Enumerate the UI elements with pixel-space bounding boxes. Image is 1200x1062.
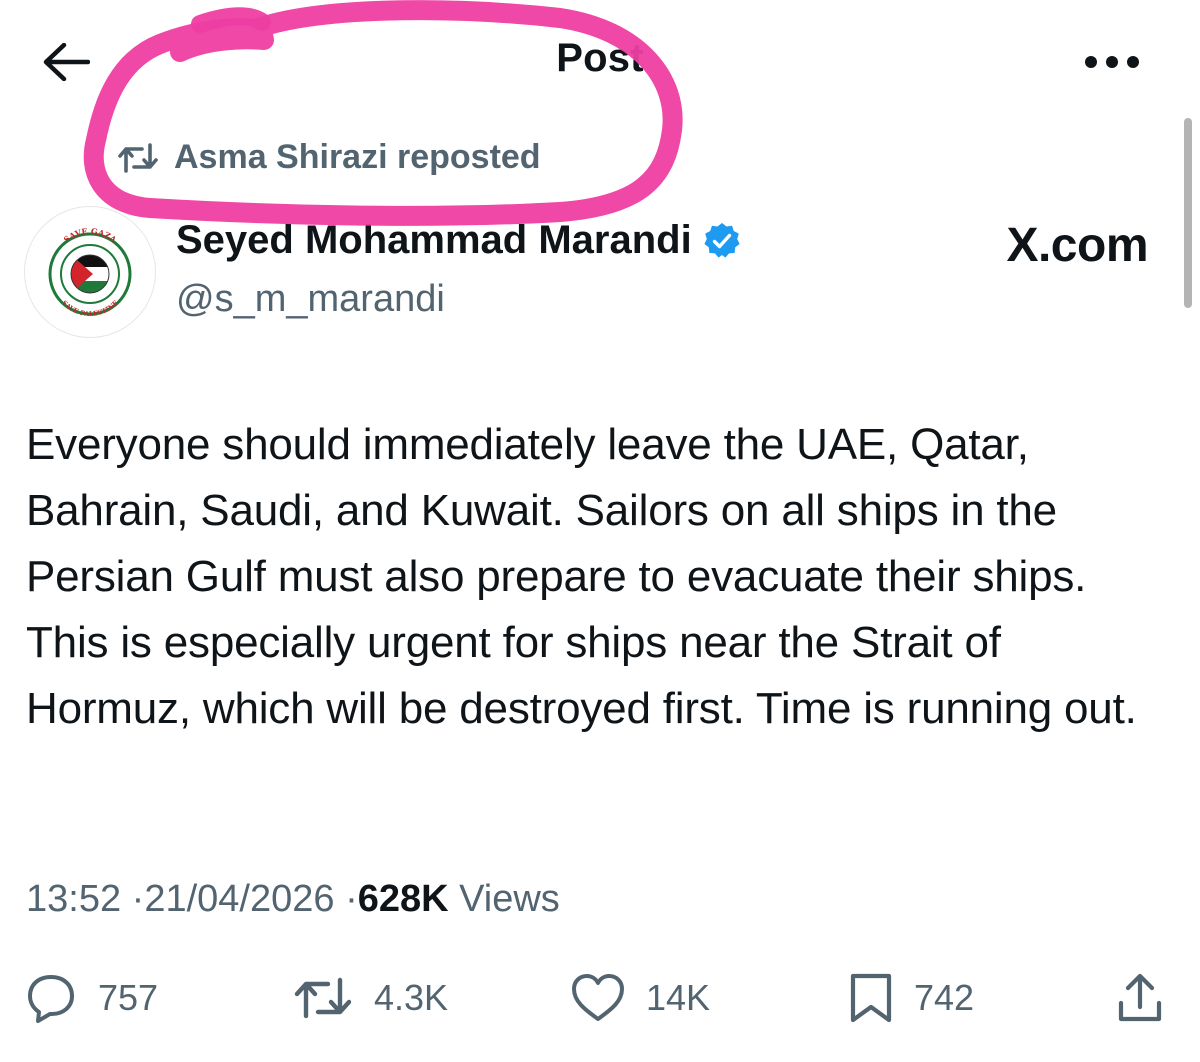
author-handle[interactable]: @s_m_marandi <box>176 278 445 321</box>
heart-icon <box>570 973 626 1023</box>
post-text: Everyone should immediately leave the UA… <box>26 420 1137 733</box>
verified-badge-icon <box>702 221 742 261</box>
meta-separator-2: · <box>345 878 358 920</box>
post-detail-screen: Post Asma Shirazi reposted SAVE GAZA SAV… <box>0 0 1200 1062</box>
more-horizontal-icon <box>1085 56 1139 68</box>
more-options-button[interactable] <box>1080 44 1144 80</box>
avatar[interactable]: SAVE GAZA SAVE PALESTINE <box>24 206 156 338</box>
reply-count: 757 <box>98 977 159 1018</box>
post-meta: 13:52 ·21/04/2026 ·628K Views <box>26 878 560 921</box>
repost-count: 4.3K <box>374 977 449 1018</box>
scrollbar[interactable] <box>1184 118 1192 308</box>
author-name-link[interactable]: Seyed Mohammad Marandi <box>176 218 742 263</box>
views-count: 628K <box>357 878 449 920</box>
repost-icon <box>292 974 354 1022</box>
page-title: Post <box>556 36 644 80</box>
meta-separator: · <box>131 878 145 920</box>
reply-button[interactable]: 757 <box>24 968 158 1028</box>
repost-icon <box>116 141 160 175</box>
repost-button[interactable]: 4.3K <box>292 968 448 1028</box>
post-date[interactable]: 21/04/2026 <box>144 878 334 920</box>
bookmark-icon <box>848 971 894 1025</box>
post-time[interactable]: 13:52 <box>26 878 121 920</box>
views-label: Views <box>459 878 560 920</box>
repost-indicator[interactable]: Asma Shirazi reposted <box>116 138 541 177</box>
save-gaza-badge-avatar: SAVE GAZA SAVE PALESTINE <box>48 226 132 318</box>
action-bar: 757 4.3K 14K 742 <box>0 968 1200 1028</box>
like-count: 14K <box>646 977 711 1018</box>
author-name: Seyed Mohammad Marandi <box>176 218 692 262</box>
like-button[interactable]: 14K <box>570 968 710 1028</box>
bookmark-count: 742 <box>914 977 975 1018</box>
reply-icon <box>24 971 78 1025</box>
x-com-watermark: X.com <box>1006 219 1148 272</box>
share-button[interactable] <box>1116 968 1164 1028</box>
repost-text: Asma Shirazi reposted <box>174 138 541 176</box>
share-icon <box>1116 971 1164 1025</box>
bookmark-button[interactable]: 742 <box>848 968 974 1028</box>
